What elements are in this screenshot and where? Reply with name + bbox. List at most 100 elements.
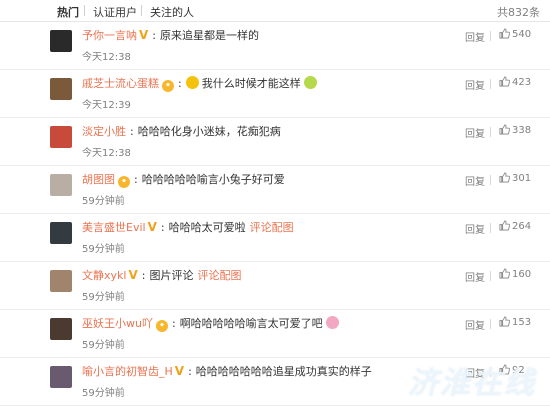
comment-time: 59分钟前 bbox=[82, 244, 125, 255]
colon-separator: : bbox=[178, 77, 182, 90]
action-divider bbox=[490, 127, 491, 137]
comment-image-link[interactable]: 评论配图 bbox=[197, 269, 241, 282]
avatar[interactable] bbox=[50, 78, 72, 100]
avatar[interactable] bbox=[50, 30, 72, 52]
member-crown-icon: • bbox=[155, 320, 168, 332]
verified-v-icon: V bbox=[174, 364, 185, 378]
colon-separator: : bbox=[188, 365, 192, 378]
comment-text: 哈哈哈哈哈哈哈追星成功真实的样子 bbox=[195, 365, 372, 378]
action-divider bbox=[490, 223, 491, 233]
verified-v-icon: V bbox=[139, 28, 149, 42]
reply-button[interactable]: 回复 bbox=[465, 317, 485, 332]
thumbs-up-icon bbox=[499, 220, 512, 232]
comment-username[interactable]: 予你一言呐 bbox=[82, 29, 137, 42]
comment-total-count: 共832条 bbox=[497, 6, 540, 19]
thumbs-up-icon bbox=[499, 124, 512, 136]
thumbs-up-icon bbox=[499, 316, 512, 328]
comment-filter-tabs: 热门 认证用户 关注的人 共832条 bbox=[0, 0, 550, 22]
reply-button[interactable]: 回复 bbox=[465, 365, 485, 380]
reply-button[interactable]: 回复 bbox=[465, 173, 485, 188]
thumbs-up-icon bbox=[499, 76, 512, 88]
like-count: 160 bbox=[512, 269, 532, 280]
comment-row: 予你一言呐 V: 原来追星都是一样的 今天12:38 回复 540 bbox=[0, 22, 550, 70]
reply-button[interactable]: 回复 bbox=[465, 221, 485, 236]
emoji-icon bbox=[325, 316, 339, 329]
colon-separator: : bbox=[134, 173, 138, 186]
comment-text: 原来追星都是一样的 bbox=[160, 29, 260, 42]
comment-username[interactable]: 胡图图 bbox=[82, 173, 115, 186]
action-divider bbox=[490, 31, 491, 41]
reply-button[interactable]: 回复 bbox=[465, 29, 485, 44]
thumbs-up-icon bbox=[499, 268, 512, 280]
tab-divider bbox=[84, 5, 85, 16]
comment-username[interactable]: 淡定小胜 bbox=[82, 125, 126, 138]
member-crown-icon: • bbox=[162, 80, 174, 92]
colon-separator: : bbox=[141, 269, 146, 282]
thumbs-up-icon bbox=[499, 172, 512, 184]
tab-following[interactable]: 关注的人 bbox=[150, 4, 194, 20]
comment-time: 今天12:39 bbox=[82, 100, 131, 111]
comment-time: 59分钟前 bbox=[82, 388, 125, 399]
like-button[interactable]: 153 bbox=[499, 316, 531, 328]
like-count: 264 bbox=[512, 221, 532, 232]
avatar[interactable] bbox=[50, 318, 72, 340]
like-count: 540 bbox=[512, 29, 532, 40]
comment-username[interactable]: 巫妖王小wu吖 bbox=[82, 317, 153, 330]
comment-username[interactable]: 美言盛世Evil bbox=[82, 221, 146, 234]
avatar[interactable] bbox=[50, 270, 72, 292]
thumbs-up-icon bbox=[499, 364, 512, 376]
comment-row: 戚芝士流心蛋糕 •: 我什么时候才能这样今天12:39 回复 423 bbox=[0, 70, 550, 118]
emoji-icon bbox=[303, 76, 317, 89]
member-crown-icon: • bbox=[118, 176, 130, 188]
colon-separator: : bbox=[160, 221, 165, 234]
avatar[interactable] bbox=[50, 126, 72, 148]
action-divider bbox=[490, 175, 491, 185]
comment-username[interactable]: 文静xykl bbox=[82, 269, 126, 282]
like-count: 153 bbox=[512, 317, 532, 328]
reply-button[interactable]: 回复 bbox=[465, 269, 485, 284]
comment-row: 美言盛世Evil V: 哈哈哈太可爱啦 评论配图 59分钟前 回复 264 bbox=[0, 214, 550, 262]
comment-text: 哈哈哈太可爱啦 bbox=[168, 221, 246, 234]
colon-separator: : bbox=[171, 317, 176, 330]
comment-username[interactable]: 戚芝士流心蛋糕 bbox=[82, 77, 159, 90]
reply-button[interactable]: 回复 bbox=[465, 125, 485, 140]
comment-text: 啊哈哈哈哈哈喻言太可爱了吧 bbox=[179, 317, 323, 330]
comment-row: 胡图图 •: 哈哈哈哈哈喻言小兔子好可爱 59分钟前 回复 301 bbox=[0, 166, 550, 214]
comment-row: 喻小言的初智齿_H V: 哈哈哈哈哈哈哈追星成功真实的样子 59分钟前 回复 92 bbox=[0, 358, 550, 406]
like-button[interactable]: 92 bbox=[499, 364, 525, 376]
like-button[interactable]: 301 bbox=[499, 172, 531, 184]
comment-username[interactable]: 喻小言的初智齿_H bbox=[82, 365, 173, 378]
comment-row: 文静xykl V: 图片评论 评论配图 59分钟前 回复 160 bbox=[0, 262, 550, 310]
like-button[interactable]: 160 bbox=[499, 268, 531, 280]
tab-hot[interactable]: 热门 bbox=[57, 4, 79, 20]
avatar[interactable] bbox=[50, 174, 72, 196]
thumbs-up-icon bbox=[499, 28, 512, 40]
comment-row: 淡定小胜: 哈哈哈化身小迷妹，花痴犯病 今天12:38 回复 338 bbox=[0, 118, 550, 166]
like-button[interactable]: 264 bbox=[499, 220, 531, 232]
verified-v-icon: V bbox=[128, 268, 138, 282]
comment-list: 予你一言呐 V: 原来追星都是一样的 今天12:38 回复 540 戚芝士流心蛋糕 •: 我什么… bbox=[0, 22, 550, 406]
action-divider bbox=[490, 79, 491, 89]
action-divider bbox=[490, 271, 491, 281]
avatar[interactable] bbox=[50, 366, 72, 388]
colon-separator: : bbox=[130, 125, 134, 138]
comment-image-link[interactable]: 评论配图 bbox=[250, 221, 294, 234]
comment-time: 59分钟前 bbox=[82, 196, 125, 207]
tab-verified-users[interactable]: 认证用户 bbox=[93, 4, 137, 20]
emoji-icon bbox=[185, 76, 199, 89]
verified-v-icon: V bbox=[147, 220, 157, 234]
like-button[interactable]: 338 bbox=[499, 124, 531, 136]
comment-time: 今天12:38 bbox=[82, 52, 131, 63]
avatar[interactable] bbox=[50, 222, 72, 244]
comment-text: 图片评论 bbox=[149, 269, 194, 282]
comment-text: 我什么时候才能这样 bbox=[201, 77, 301, 90]
comment-time: 59分钟前 bbox=[82, 292, 125, 303]
comment-row: 巫妖王小wu吖 •: 啊哈哈哈哈哈喻言太可爱了吧 59分钟前 回复 153 bbox=[0, 310, 550, 358]
like-button[interactable]: 423 bbox=[499, 76, 531, 88]
like-count: 338 bbox=[512, 125, 532, 136]
like-button[interactable]: 540 bbox=[499, 28, 531, 40]
reply-button[interactable]: 回复 bbox=[465, 77, 485, 92]
comment-time: 今天12:38 bbox=[82, 148, 131, 159]
tab-divider bbox=[141, 5, 142, 16]
like-count: 301 bbox=[512, 173, 532, 184]
